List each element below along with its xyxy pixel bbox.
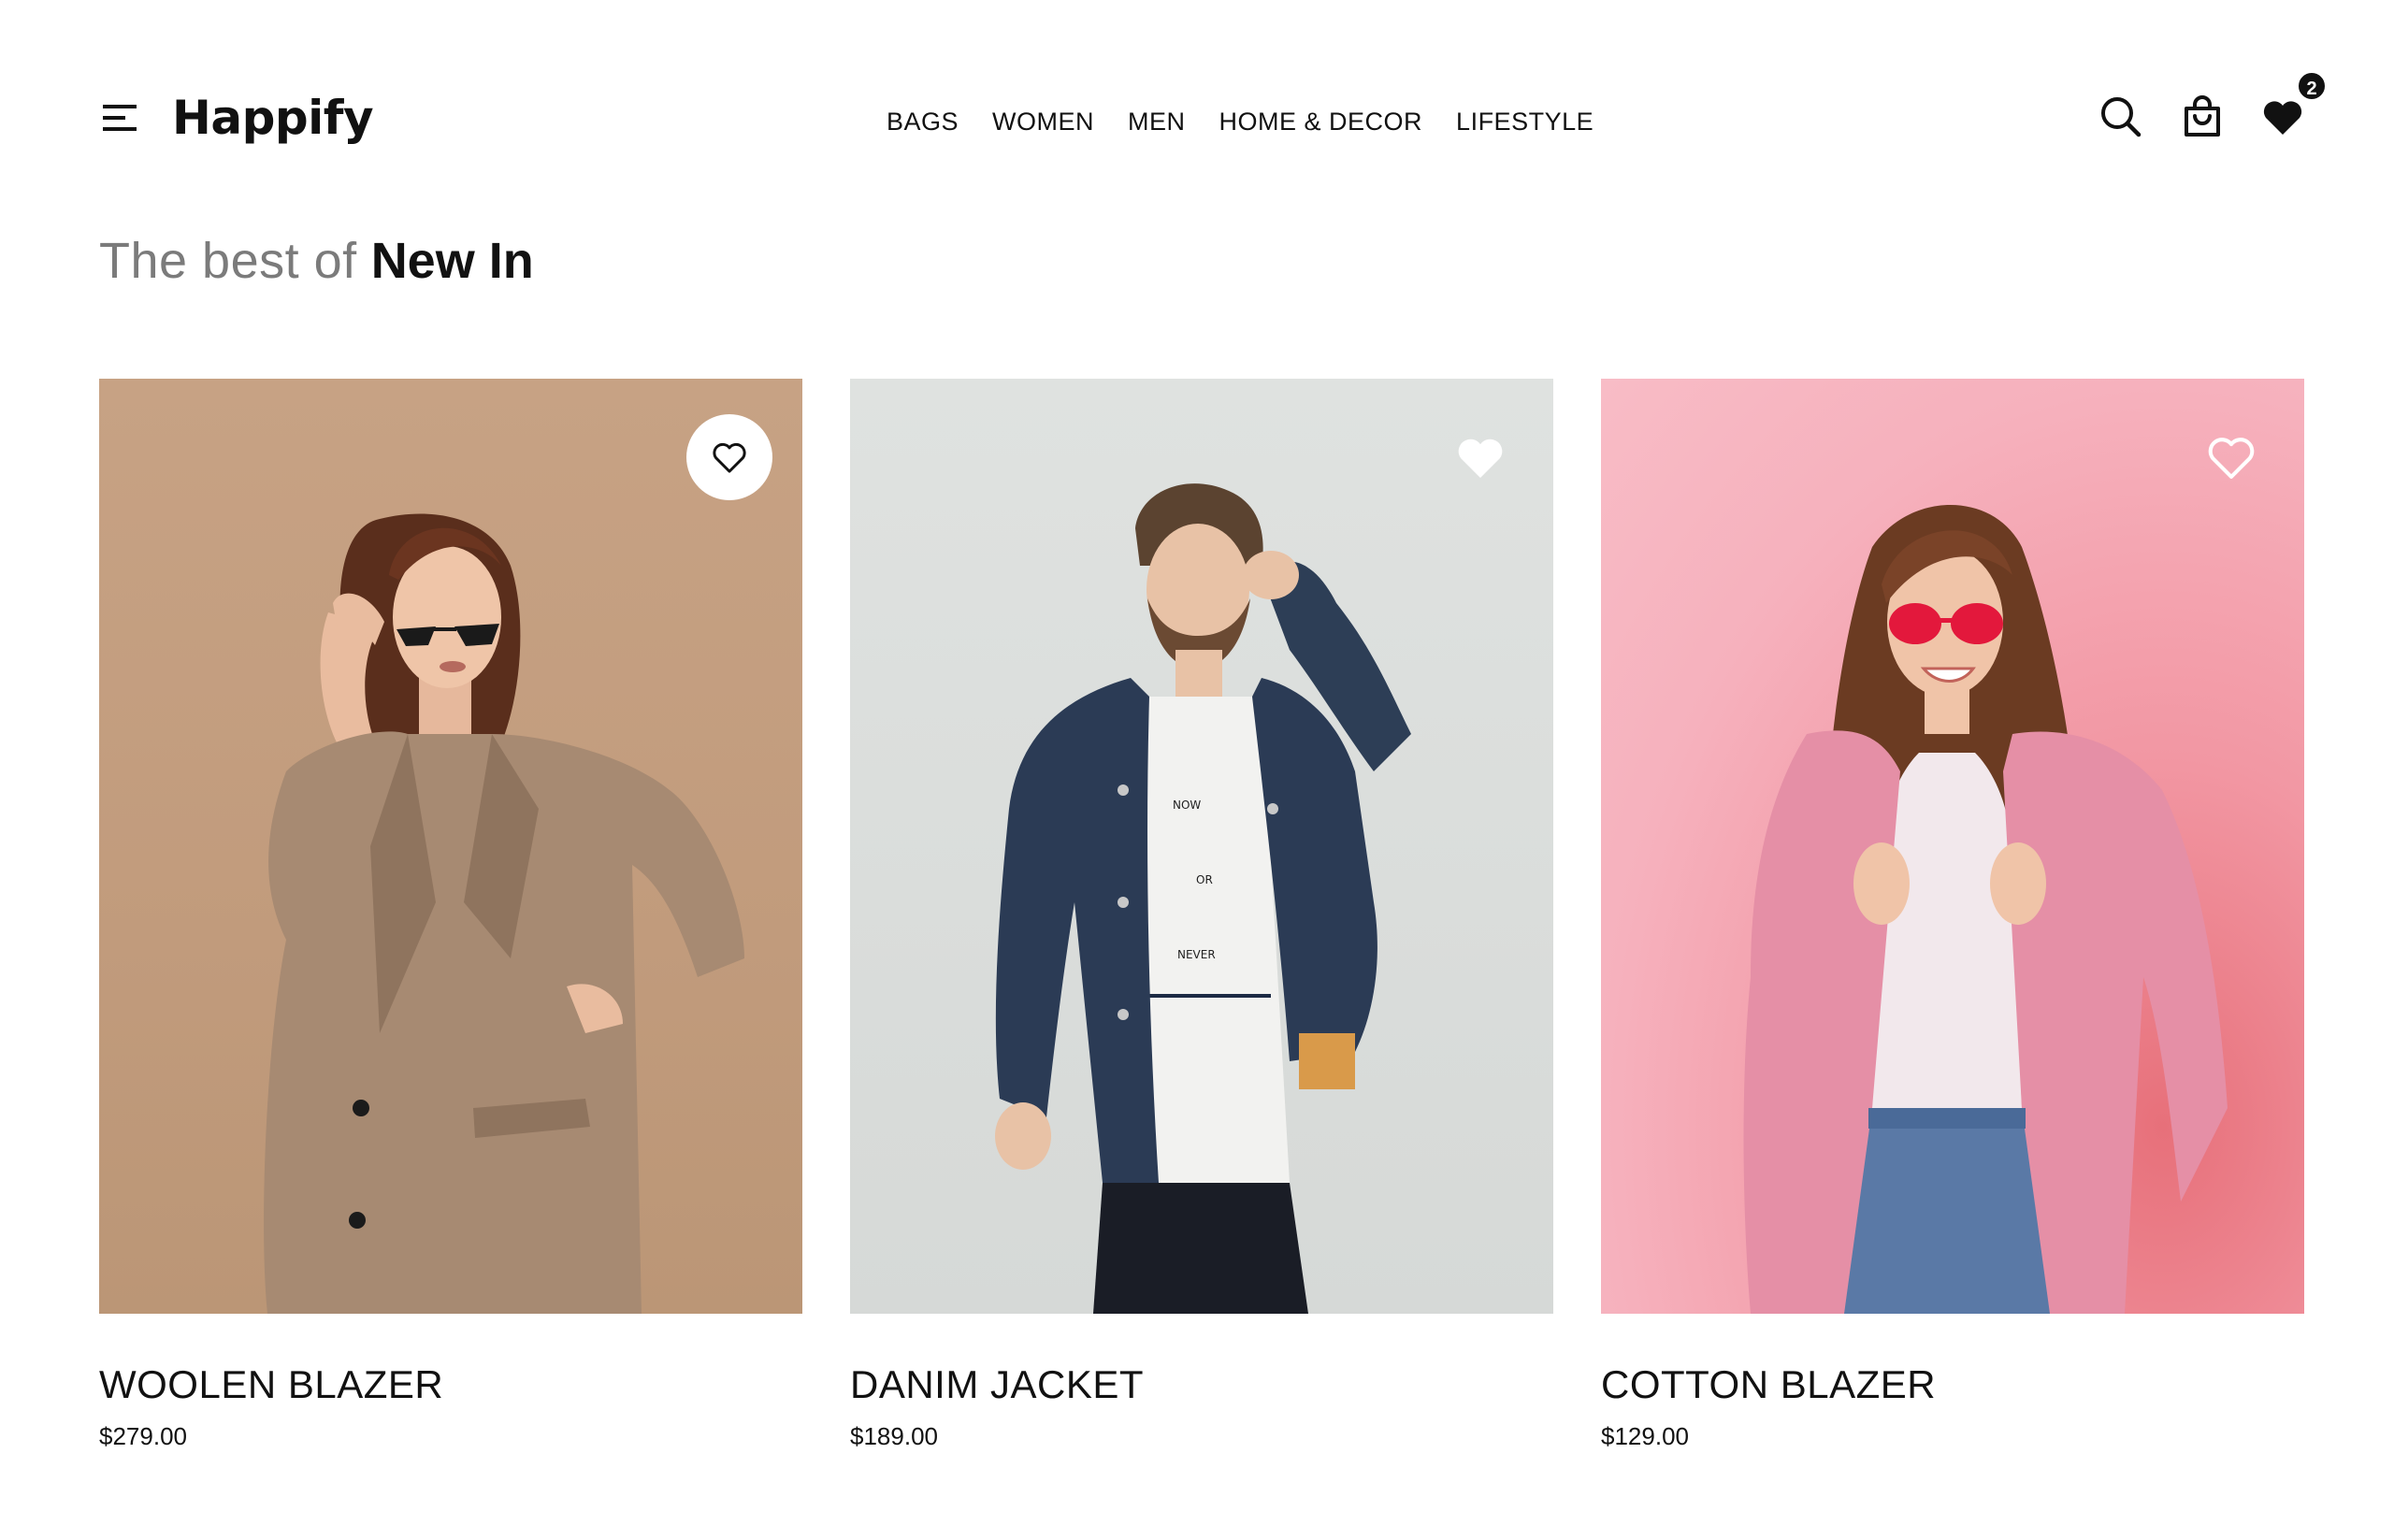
heart-outline-icon <box>2208 438 2255 479</box>
product-price: $279.00 <box>99 1422 187 1450</box>
search-icon[interactable] <box>2098 94 2144 140</box>
site-header: Happify BAGS WOMEN MEN HOME & DECOR LIFE… <box>0 0 2394 187</box>
nav-item-bags[interactable]: BAGS <box>887 108 959 137</box>
main-nav: BAGS WOMEN MEN HOME & DECOR LIFESTYLE <box>887 101 1594 142</box>
section-title-emphasis: New In <box>370 233 534 289</box>
woman-beige-blazer-illustration <box>264 513 744 1314</box>
heart-outline-icon <box>713 442 746 473</box>
product-grid: WOOLEN BLAZER $279.00 NOW OR NEVER DANIM… <box>99 379 2306 1501</box>
nav-item-lifestyle[interactable]: LIFESTYLE <box>1456 108 1594 137</box>
product-name[interactable]: WOOLEN BLAZER <box>99 1360 802 1409</box>
man-denim-jacket-illustration: NOW OR NEVER <box>995 483 1411 1314</box>
wishlist-count-badge: 2 <box>2296 70 2328 102</box>
wishlist-heart-icon[interactable] <box>2259 94 2306 140</box>
shopping-bag-icon[interactable] <box>2179 94 2226 140</box>
shirt-text-never: NEVER <box>1177 948 1216 961</box>
product-price: $189.00 <box>850 1422 938 1450</box>
product-card[interactable]: NOW OR NEVER DANIM JACKET $189.00 <box>850 379 1553 1452</box>
favorite-button[interactable] <box>2188 414 2274 500</box>
favorite-button[interactable] <box>686 414 772 500</box>
product-image-danim-jacket[interactable]: NOW OR NEVER <box>850 379 1553 1314</box>
hamburger-menu-icon[interactable] <box>99 99 142 137</box>
heart-filled-icon <box>1458 439 1503 479</box>
product-name[interactable]: COTTON BLAZER <box>1601 1360 2304 1409</box>
product-image-woolen-blazer[interactable] <box>99 379 802 1314</box>
shirt-text-or: OR <box>1196 873 1213 886</box>
brand-logo[interactable]: Happify <box>172 88 374 148</box>
favorite-button[interactable] <box>1437 414 1523 500</box>
section-title-prefix: The best of <box>99 233 357 289</box>
product-card[interactable]: COTTON BLAZER $129.00 <box>1601 379 2304 1452</box>
product-card[interactable]: WOOLEN BLAZER $279.00 <box>99 379 802 1452</box>
nav-item-home-decor[interactable]: HOME & DECOR <box>1219 108 1423 137</box>
product-name[interactable]: DANIM JACKET <box>850 1360 1553 1409</box>
product-price: $129.00 <box>1601 1422 1689 1450</box>
nav-item-women[interactable]: WOMEN <box>992 108 1094 137</box>
product-image-cotton-blazer[interactable] <box>1601 379 2304 1314</box>
woman-pink-blazer-illustration <box>1743 505 2228 1314</box>
nav-item-men[interactable]: MEN <box>1128 108 1186 137</box>
shirt-text-now: NOW <box>1173 799 1201 812</box>
section-title: The best of New In <box>99 228 534 294</box>
